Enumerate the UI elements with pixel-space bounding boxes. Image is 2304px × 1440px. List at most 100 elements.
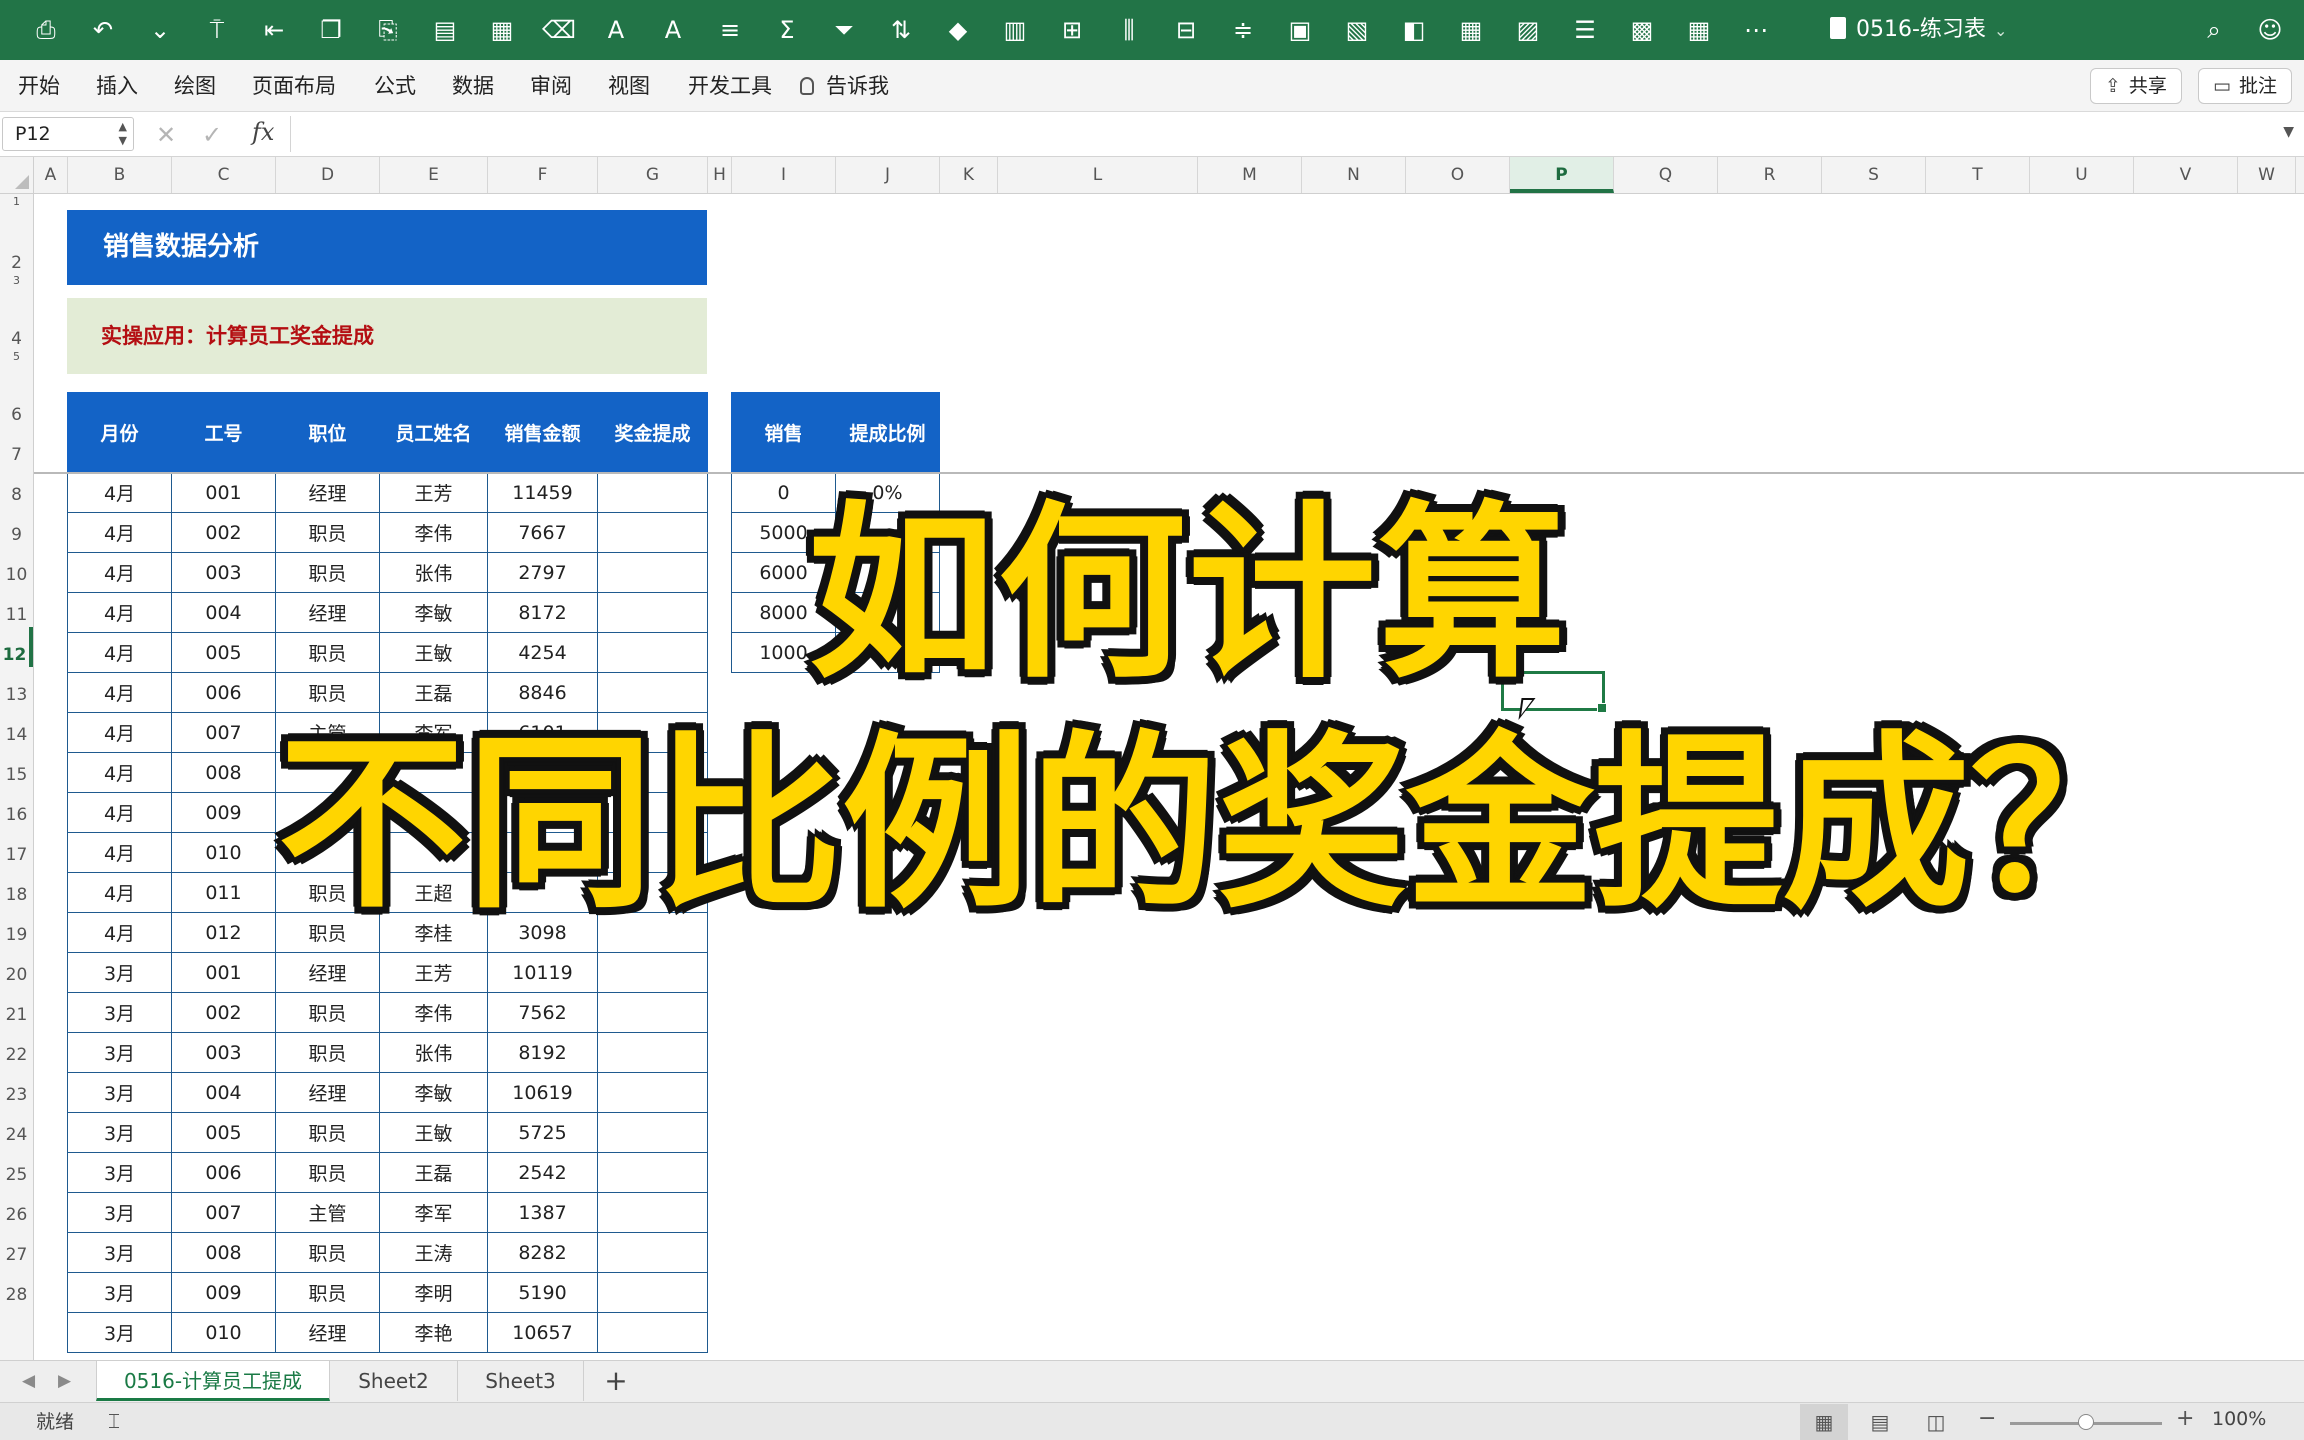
table-cell[interactable]: 4月: [67, 832, 172, 873]
table-cell[interactable]: 011: [171, 872, 276, 913]
name-box[interactable]: P12 ▲ ▼: [2, 117, 134, 151]
table-cell[interactable]: 3月: [67, 1112, 172, 1153]
align-icon[interactable]: ≡: [712, 13, 748, 47]
column-header-q[interactable]: Q: [1614, 157, 1718, 193]
table-cell[interactable]: 2797: [487, 552, 598, 593]
table-cell[interactable]: 009: [171, 792, 276, 833]
table-cell[interactable]: 职员: [275, 992, 380, 1033]
formula-input[interactable]: [290, 116, 2280, 152]
table-cell[interactable]: 4月: [67, 472, 172, 513]
table-cell[interactable]: 11459: [487, 472, 598, 513]
column-header-t[interactable]: T: [1926, 157, 2030, 193]
row-header-3[interactable]: 3: [0, 275, 33, 287]
confirm-icon[interactable]: ✓: [202, 120, 222, 150]
table-cell[interactable]: 李军: [379, 1192, 488, 1233]
table-cell[interactable]: 10119: [487, 952, 598, 993]
row-header-22[interactable]: 22: [0, 1027, 33, 1067]
table-header-cell[interactable]: 销售金额: [487, 392, 598, 473]
dropdown-icon[interactable]: ⌄: [142, 13, 178, 47]
table-cell[interactable]: 李伟: [379, 992, 488, 1033]
normal-view-icon[interactable]: ▦: [1800, 1404, 1848, 1440]
add-sheet-button[interactable]: +: [600, 1361, 632, 1401]
column-header-v[interactable]: V: [2134, 157, 2238, 193]
row-header-2[interactable]: 2: [0, 210, 33, 275]
layout-icon[interactable]: ▦: [484, 13, 520, 47]
table-cell[interactable]: 李敏: [379, 1072, 488, 1113]
table-cell[interactable]: 职员: [275, 1112, 380, 1153]
row-header-12[interactable]: 12: [0, 627, 33, 667]
column-header-o[interactable]: O: [1406, 157, 1510, 193]
table-cell[interactable]: 8172: [487, 592, 598, 633]
table-cell[interactable]: 009: [171, 1272, 276, 1313]
grid-icon[interactable]: ▦: [1453, 13, 1489, 47]
row-header-15[interactable]: 15: [0, 747, 33, 787]
font-shrink-icon[interactable]: A: [655, 13, 691, 47]
table-cell[interactable]: 经理: [275, 472, 380, 513]
table-cell[interactable]: 3月: [67, 1152, 172, 1193]
scroll-left-icon[interactable]: ◀: [22, 1371, 35, 1391]
table-cell[interactable]: 002: [171, 512, 276, 553]
row-header-24[interactable]: 24: [0, 1107, 33, 1147]
table-cell[interactable]: 4月: [67, 912, 172, 953]
align-center-icon[interactable]: ⊟: [1168, 13, 1204, 47]
zoom-slider-thumb[interactable]: [2078, 1414, 2094, 1430]
table-cell[interactable]: 001: [171, 952, 276, 993]
table-cell[interactable]: 3月: [67, 1272, 172, 1313]
table-cell[interactable]: 4月: [67, 632, 172, 673]
sheet-tab-2[interactable]: Sheet2: [330, 1361, 458, 1401]
font-grow-icon[interactable]: A: [598, 13, 634, 47]
comments-button[interactable]: ▭ 批注: [2198, 68, 2292, 104]
column-header-b[interactable]: B: [68, 157, 172, 193]
row-header-25[interactable]: 25: [0, 1147, 33, 1187]
table-cell[interactable]: 4月: [67, 672, 172, 713]
row-header-14[interactable]: 14: [0, 707, 33, 747]
table-cell[interactable]: 王芳: [379, 472, 488, 513]
more-icon[interactable]: ⋯: [1738, 13, 1774, 47]
macro-record-icon[interactable]: ⌶: [108, 1409, 120, 1433]
table-cell[interactable]: [597, 592, 708, 633]
tab-page-layout[interactable]: 页面布局: [252, 60, 336, 112]
table-cell[interactable]: [597, 1072, 708, 1113]
row-header-8[interactable]: 8: [0, 467, 33, 507]
tab-insert[interactable]: 插入: [96, 60, 138, 112]
table-cell[interactable]: 005: [171, 632, 276, 673]
column-header-e[interactable]: E: [380, 157, 488, 193]
table-cell[interactable]: 李敏: [379, 592, 488, 633]
column-header-k[interactable]: K: [940, 157, 998, 193]
row-header-19[interactable]: 19: [0, 907, 33, 947]
zoom-in-icon[interactable]: +: [2176, 1406, 2194, 1431]
row-header-21[interactable]: 21: [0, 987, 33, 1027]
table-cell[interactable]: 2542: [487, 1152, 598, 1193]
table-cell[interactable]: 王磊: [379, 672, 488, 713]
indent-icon[interactable]: ⇤: [256, 13, 292, 47]
table-cell[interactable]: 010: [171, 1312, 276, 1353]
row-header-18[interactable]: 18: [0, 867, 33, 907]
table-cell[interactable]: 3月: [67, 1232, 172, 1273]
sheet-tab-1[interactable]: 0516-计算员工提成: [96, 1361, 330, 1401]
filter-icon[interactable]: ⏷: [826, 13, 862, 47]
table-icon[interactable]: ▤: [427, 13, 463, 47]
table-cell[interactable]: 职员: [275, 512, 380, 553]
tab-review[interactable]: 审阅: [530, 60, 572, 112]
save-icon[interactable]: ⎙: [28, 13, 64, 47]
table-cell[interactable]: 4月: [67, 592, 172, 633]
name-box-stepper-icon[interactable]: ▲ ▼: [119, 120, 127, 148]
row-header-6[interactable]: 6: [0, 363, 33, 427]
sheet-tab-3[interactable]: Sheet3: [458, 1361, 584, 1401]
table-cell[interactable]: 3月: [67, 1072, 172, 1113]
table-cell[interactable]: 主管: [275, 1192, 380, 1233]
table-header-cell[interactable]: 职位: [275, 392, 380, 473]
search-icon[interactable]: ⌕: [2196, 13, 2232, 47]
table-cell[interactable]: 8282: [487, 1232, 598, 1273]
row-header-17[interactable]: 17: [0, 827, 33, 867]
table-cell[interactable]: 010: [171, 832, 276, 873]
row-header-28[interactable]: 28: [0, 1267, 33, 1307]
column-header-f[interactable]: F: [488, 157, 598, 193]
table-cell[interactable]: 007: [171, 712, 276, 753]
page-layout-view-icon[interactable]: ▤: [1856, 1404, 1904, 1440]
table-cell[interactable]: 8192: [487, 1032, 598, 1073]
table-cell[interactable]: [597, 1112, 708, 1153]
fill-icon[interactable]: ▨: [1510, 13, 1546, 47]
table-cell[interactable]: 经理: [275, 1312, 380, 1353]
table-cell[interactable]: 3月: [67, 1032, 172, 1073]
